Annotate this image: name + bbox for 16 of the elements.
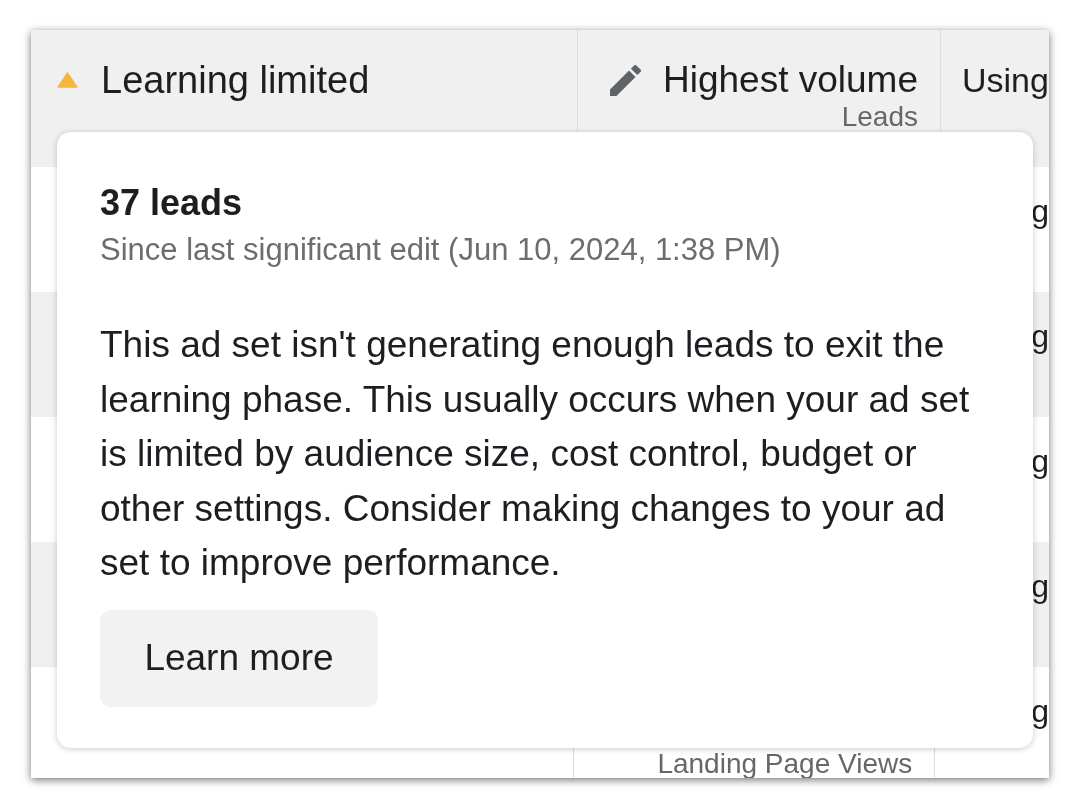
warning-icon	[57, 72, 78, 88]
popup-subtitle: Since last significant edit (Jun 10, 2024, 1:38 PM)	[100, 232, 781, 268]
popup-description: This ad set isn't generating enough leads to exit the learning phase. This usually occurs when your ad set is limited by audience size, cost control, budget or other settings. Consider making changes to your ad set to improve performance.	[100, 323, 971, 585]
goal-text: Highest volume	[663, 58, 918, 102]
goal-event-text: Leads	[841, 103, 918, 131]
table-cell-text: g	[1031, 193, 1049, 229]
goal-event-text: Landing Page Views	[657, 750, 913, 778]
status-text: Learning limited	[101, 58, 370, 102]
table-cell-text: g	[1031, 568, 1049, 604]
table-cell-text: g	[1031, 693, 1049, 729]
column-text: Using	[962, 61, 1049, 99]
popup-title: 37 leads	[100, 183, 243, 223]
table-cell-text: g	[1031, 318, 1049, 354]
pencil-icon[interactable]	[610, 64, 641, 96]
table-cell-text: g	[1031, 443, 1049, 479]
learn-more-button[interactable]: Learn more	[100, 609, 378, 707]
